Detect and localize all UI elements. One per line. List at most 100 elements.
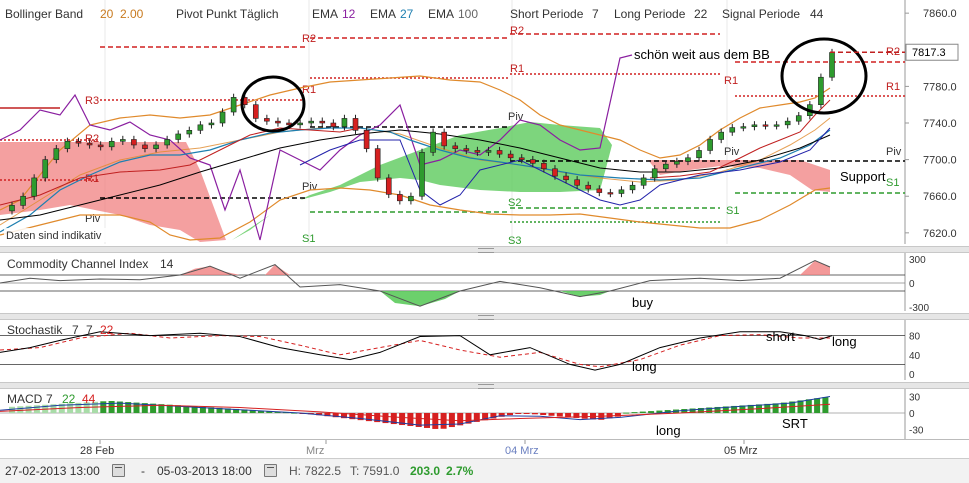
macd-p3: 44 [82, 392, 96, 406]
date-separator: - [141, 464, 145, 478]
macd-label: MACD [7, 392, 43, 406]
candle-body [795, 115, 802, 122]
period-low: T: 7591.0 [350, 464, 400, 478]
candle-body [64, 141, 71, 149]
stoch-label: Stochastik [7, 323, 63, 337]
end-calendar-icon[interactable] [264, 464, 277, 477]
stochastic-pane[interactable]: 80 40 0 long short long Stochastik 7 7 22 [0, 320, 969, 380]
candle-body [674, 161, 680, 165]
candle-body [829, 52, 835, 78]
cci-tick-label: 0 [909, 279, 915, 290]
candle-body [607, 192, 614, 195]
chart-window: 7860.07820.07780.07740.07700.07660.07620… [0, 0, 969, 483]
macd-tick-label: -30 [909, 426, 924, 437]
candle-body [352, 118, 359, 131]
highlight-circle-right [780, 37, 868, 115]
stoch-tick-label: 40 [909, 351, 921, 362]
macd-histogram-bar [548, 413, 555, 416]
candle-body [441, 131, 447, 147]
short-period-label: Short Periode [510, 7, 584, 21]
candle-body [230, 97, 237, 113]
macd-p2: 22 [62, 392, 76, 406]
candle-body [640, 177, 647, 186]
candle-body [618, 189, 625, 194]
candle-body [574, 179, 580, 186]
candle-body [120, 139, 126, 142]
macd-line [0, 396, 831, 426]
pivot-label-s1: S1 [886, 177, 899, 189]
y-tick-label: 7700.0 [923, 155, 957, 167]
signal-period-value: 44 [810, 7, 824, 21]
candle-body [596, 188, 603, 193]
macd-histogram-bar [780, 402, 787, 413]
candle-body [208, 122, 215, 126]
pivot-label-piv: Piv [886, 146, 902, 158]
candle-body [662, 163, 669, 170]
candle-body [563, 175, 569, 181]
pane-splitter[interactable] [0, 313, 969, 320]
candle-body [818, 76, 824, 105]
macd-histogram-bar [565, 413, 572, 418]
annotation-short: short [766, 329, 795, 344]
y-tick-label: 7860.0 [923, 8, 957, 20]
macd-histogram-bar [432, 413, 439, 429]
period-change: 203.0 [410, 464, 441, 478]
candle-body [485, 150, 492, 153]
pivot-label-r1: R1 [886, 81, 900, 93]
x-axis: 28 Feb Mrz 04 Mrz 05 Mrz [0, 439, 969, 459]
macd-histogram-bar [523, 413, 530, 414]
macd-histogram-bar [540, 413, 547, 416]
price-chart: 7860.07820.07780.07740.07700.07660.07620… [0, 0, 969, 244]
candle-body [762, 124, 769, 127]
pane-splitter[interactable] [0, 382, 969, 389]
highlight-circle-left [240, 75, 306, 133]
cci-overbought-fill [265, 264, 290, 275]
macd-pane[interactable]: 30 0 -30 long SRT MACD 7 22 44 [0, 389, 969, 439]
macd-chart: 30 0 -30 long SRT [0, 389, 924, 439]
candle-body [42, 159, 49, 179]
macd-tick-label: 0 [909, 409, 915, 420]
macd-histogram-bar [797, 400, 804, 413]
cci-overbought-fill [180, 266, 240, 275]
candle-body [751, 124, 758, 127]
candle-body [784, 120, 791, 126]
x-tick-label: 04 Mrz [505, 445, 539, 457]
macd-signal-line [0, 403, 831, 422]
candle-body [419, 151, 425, 197]
bb-param1: 20 [100, 7, 114, 21]
annotation-long: long [832, 334, 857, 349]
bb-param2: 2.00 [120, 7, 144, 21]
last-price-label: 7817.3 [912, 47, 946, 59]
y-tick-label: 7660.0 [923, 191, 957, 203]
macd-histogram-bar [440, 413, 447, 429]
cci-pane[interactable]: 300 0 -300 buy Commodity Channel Index 14 [0, 253, 969, 311]
cci-overbought-fill [800, 260, 830, 275]
annotation-srt: SRT [782, 416, 808, 431]
macd-histogram-bar [556, 413, 563, 417]
price-pane[interactable]: 7860.07820.07780.07740.07700.07660.07620… [0, 0, 969, 244]
pivot-label-piv: Piv [724, 146, 740, 158]
short-period-value: 7 [592, 7, 599, 21]
cci-label: Commodity Channel Index [7, 257, 149, 271]
candle-body [197, 124, 204, 131]
ema1-value: 12 [342, 7, 356, 21]
pivot-label-s3: S3 [508, 235, 521, 244]
candle-body [31, 177, 37, 197]
start-date: 27-02-2013 13:00 [5, 464, 100, 478]
stoch-p2: 7 [86, 323, 93, 337]
macd-histogram-bar [515, 413, 522, 414]
macd-histogram-bar [639, 411, 646, 413]
candle-body [374, 148, 381, 179]
pivot-label-s2: S2 [508, 197, 521, 209]
candle-body [696, 150, 702, 159]
ema2-label: EMA [370, 7, 397, 21]
candle-body [773, 124, 780, 127]
start-calendar-icon[interactable] [112, 464, 125, 477]
macd-p1: 7 [46, 392, 53, 406]
ema3-label: EMA [428, 7, 455, 21]
period-high: H: 7822.5 [289, 464, 342, 478]
cci-oversold-fill [380, 291, 460, 307]
pane-splitter[interactable] [0, 246, 969, 253]
candle-body [97, 144, 104, 148]
macd-histogram-bar [531, 413, 538, 415]
